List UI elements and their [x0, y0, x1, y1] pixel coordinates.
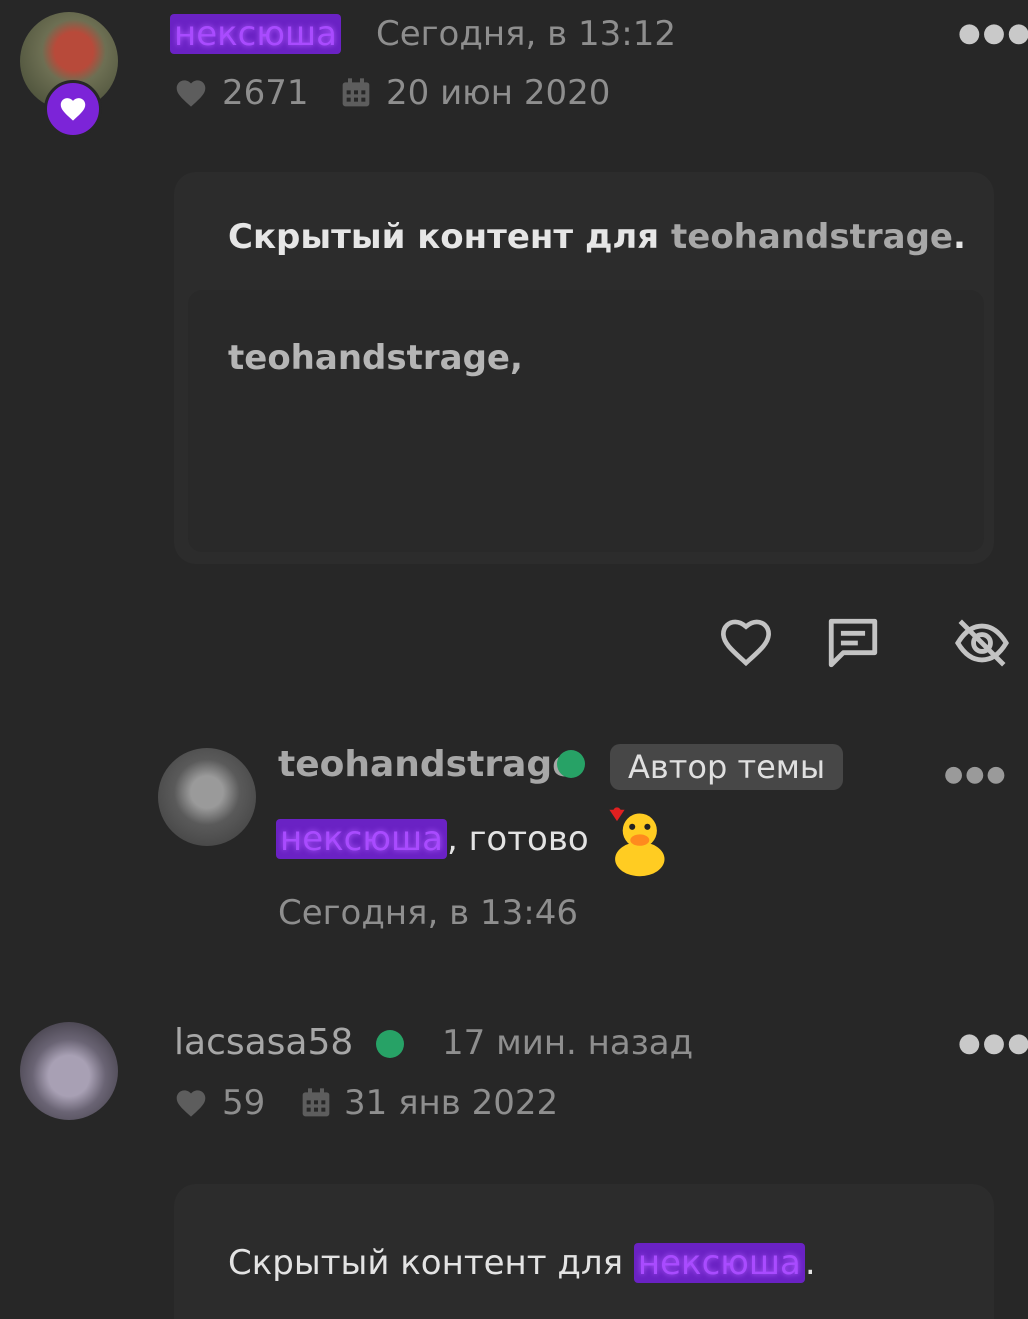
- quote-block: [188, 290, 984, 552]
- like-button[interactable]: [718, 616, 774, 668]
- hidden-content-label: Скрытый контент для teohandstrage.: [228, 217, 966, 257]
- likes-count: 59: [222, 1083, 266, 1123]
- supporter-badge: [44, 80, 102, 138]
- username[interactable]: нексюша: [170, 14, 341, 54]
- join-date: 20 июн 2020: [386, 73, 611, 113]
- reply-text: нексюша, готово: [276, 816, 589, 862]
- hide-eye-icon[interactable]: [952, 614, 1012, 672]
- online-indicator: [376, 1030, 404, 1058]
- calendar-icon: [302, 1088, 330, 1117]
- heart-icon: [176, 1090, 206, 1117]
- avatar[interactable]: [20, 1022, 118, 1120]
- join-date: 31 янв 2022: [344, 1083, 559, 1123]
- online-indicator: [557, 750, 585, 778]
- more-icon[interactable]: ●●●: [944, 762, 1008, 787]
- mentioned-user[interactable]: teohandstrage: [671, 217, 953, 257]
- post-time[interactable]: Сегодня, в 13:12: [376, 12, 676, 56]
- reply-time[interactable]: Сегодня, в 13:46: [278, 890, 578, 936]
- mentioned-user[interactable]: нексюша: [633, 1243, 805, 1283]
- comment-icon[interactable]: [824, 616, 882, 670]
- hidden-content-label: Скрытый контент для нексюша.: [228, 1243, 816, 1283]
- reply-author[interactable]: teohandstrage: [278, 742, 577, 788]
- more-icon[interactable]: ●●●: [958, 18, 1028, 48]
- heart-icon: [176, 80, 206, 107]
- username[interactable]: lacsasa58: [174, 1020, 353, 1066]
- more-icon[interactable]: ●●●: [958, 1028, 1028, 1058]
- quote-text: teohandstrage,: [228, 338, 523, 378]
- calendar-icon: [342, 78, 370, 107]
- avatar[interactable]: [158, 748, 256, 846]
- mentioned-user[interactable]: нексюша: [276, 819, 447, 859]
- heart-icon: [60, 98, 86, 121]
- likes-count: 2671: [222, 73, 309, 113]
- post-time[interactable]: 17 мин. назад: [442, 1020, 693, 1066]
- duck-emoji-icon: [609, 807, 665, 877]
- topic-author-badge: Автор темы: [610, 744, 844, 790]
